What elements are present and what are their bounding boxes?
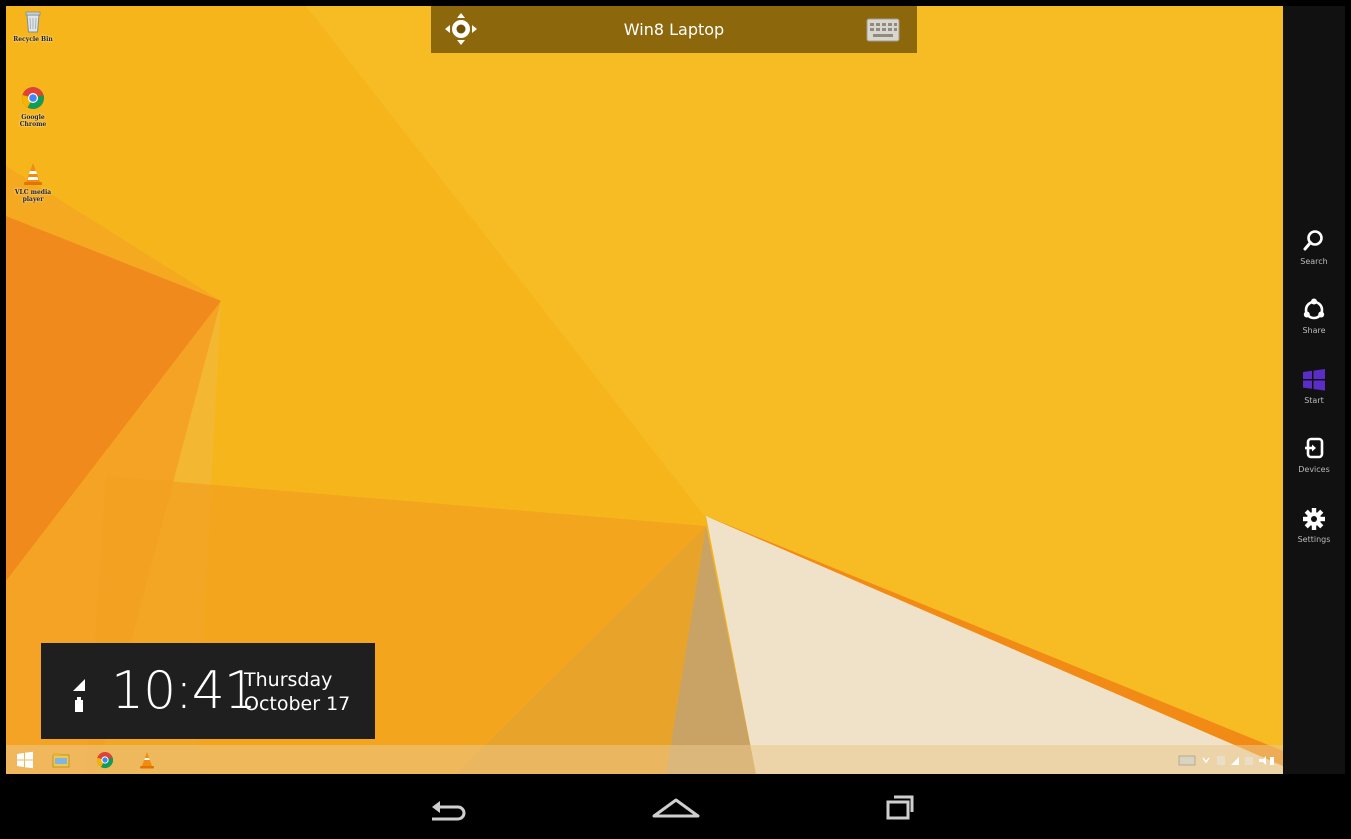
clock-day: Thursday bbox=[244, 669, 333, 691]
charm-search[interactable]: Search bbox=[1283, 220, 1345, 282]
charm-start[interactable]: Start bbox=[1283, 359, 1345, 421]
charm-label: Settings bbox=[1297, 535, 1331, 544]
status-icons bbox=[73, 679, 85, 712]
charm-devices[interactable]: Devices bbox=[1283, 428, 1345, 490]
chrome-icon[interactable] bbox=[94, 749, 116, 771]
signal-icon bbox=[73, 679, 85, 691]
share-icon bbox=[1303, 298, 1325, 320]
charms-clock-panel: 10:41 Thursday October 17 bbox=[41, 643, 375, 739]
system-tray[interactable] bbox=[1177, 752, 1277, 768]
charm-share[interactable]: Share bbox=[1283, 289, 1345, 351]
desktop-icon-label: Recycle Bin bbox=[13, 36, 53, 43]
session-title: Win8 Laptop bbox=[623, 20, 725, 39]
windows-logo-icon bbox=[1303, 369, 1325, 391]
remote-session-bar: Win8 Laptop bbox=[431, 6, 917, 53]
desktop-icon-label: VLC media player bbox=[14, 189, 52, 203]
recent-apps-icon[interactable] bbox=[870, 788, 930, 826]
vlc-icon[interactable] bbox=[136, 749, 158, 771]
charm-label: Share bbox=[1302, 326, 1326, 335]
vlc-icon bbox=[24, 163, 42, 185]
battery-icon bbox=[75, 700, 83, 712]
remote-desktop-screen: Recycle Bin Google Chrome VLC media play… bbox=[0, 0, 1351, 839]
desktop-icon-chrome[interactable]: Google Chrome bbox=[10, 86, 56, 128]
clock-date: October 17 bbox=[244, 693, 351, 715]
clock-time: 10:41 bbox=[111, 661, 257, 721]
desktop-icon-recycle-bin[interactable]: Recycle Bin bbox=[10, 8, 56, 43]
desktop-icon-vlc[interactable]: VLC media player bbox=[10, 161, 56, 203]
start-icon[interactable] bbox=[14, 749, 36, 771]
gear-icon bbox=[1303, 508, 1325, 530]
back-icon[interactable] bbox=[418, 788, 478, 826]
charm-label: Start bbox=[1304, 396, 1324, 405]
charm-label: Search bbox=[1300, 257, 1328, 266]
recycle-bin-icon bbox=[25, 11, 41, 33]
charm-settings[interactable]: Settings bbox=[1283, 498, 1345, 560]
chrome-icon bbox=[22, 87, 44, 109]
devices-icon bbox=[1305, 437, 1324, 459]
charm-label: Devices bbox=[1298, 465, 1330, 474]
search-icon bbox=[1303, 230, 1323, 251]
taskbar bbox=[6, 745, 1283, 774]
charms-bar: Search Share Start Devices Settings bbox=[1283, 6, 1345, 774]
home-icon[interactable] bbox=[646, 788, 706, 826]
file-explorer-icon[interactable] bbox=[50, 749, 72, 771]
android-navigation-bar bbox=[0, 774, 1351, 839]
keyboard-icon[interactable] bbox=[861, 15, 905, 45]
desktop-icon-label: Google Chrome bbox=[19, 114, 47, 128]
